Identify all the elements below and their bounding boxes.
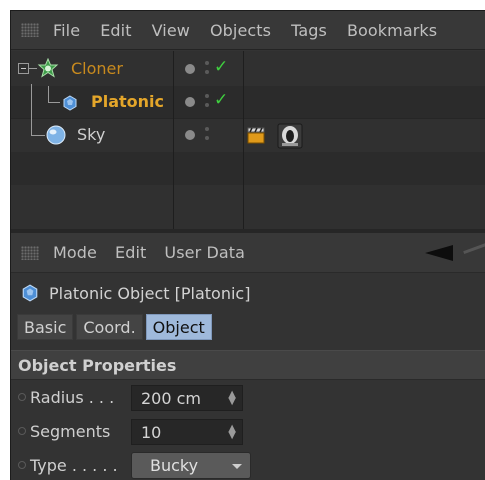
compositing-tag-icon[interactable] xyxy=(277,123,303,149)
tree-connector xyxy=(31,84,32,135)
segments-field[interactable]: 10 ▲ ▼ xyxy=(131,419,243,445)
editor-visibility-dot[interactable] xyxy=(185,64,195,74)
animation-keyframe-icon[interactable] xyxy=(18,461,26,469)
object-name-sky: Sky xyxy=(77,125,106,144)
clapper-tag-icon[interactable] xyxy=(247,126,267,144)
tree-connector xyxy=(29,68,37,69)
radius-value: 200 cm xyxy=(141,388,202,408)
animation-keyframe-icon[interactable] xyxy=(18,393,26,401)
column-divider xyxy=(173,51,174,229)
attribute-tabs: Basic Coord. Object xyxy=(17,314,215,342)
object-tree: Cloner ✓ Platonic ✓ Sky xyxy=(11,51,485,229)
attribute-manager-menubar: Mode Edit User Data xyxy=(11,233,485,273)
render-visibility-dot-top[interactable] xyxy=(205,61,209,65)
radius-label: Radius . . . xyxy=(30,388,115,407)
editor-visibility-dot[interactable] xyxy=(185,130,195,140)
radius-field[interactable]: 200 cm ▲ ▼ xyxy=(131,385,243,411)
object-manager-menubar: File Edit View Objects Tags Bookmarks xyxy=(11,11,485,50)
type-label: Type . . . . . xyxy=(30,456,118,475)
object-row-platonic[interactable]: Platonic ✓ xyxy=(11,86,485,119)
segments-label: Segments xyxy=(30,422,111,441)
object-name-platonic: Platonic xyxy=(91,92,165,111)
render-visibility-dot-top[interactable] xyxy=(205,127,209,131)
tab-coord[interactable]: Coord. xyxy=(76,314,143,340)
cinema4d-panel: File Edit View Objects Tags Bookmarks Cl… xyxy=(10,10,485,480)
menu-bookmarks[interactable]: Bookmarks xyxy=(347,21,437,40)
editor-visibility-dot[interactable] xyxy=(185,97,195,107)
object-name-cloner: Cloner xyxy=(71,59,123,78)
object-row-cloner[interactable]: Cloner ✓ xyxy=(11,53,485,86)
tree-connector xyxy=(48,102,60,103)
menu-mode[interactable]: Mode xyxy=(53,243,97,262)
menu-user-data[interactable]: User Data xyxy=(164,243,245,262)
render-visibility-dot-bottom[interactable] xyxy=(205,136,209,140)
stepper-arrows-icon[interactable]: ▲ ▼ xyxy=(228,424,236,441)
chevron-down-icon xyxy=(232,464,242,469)
panel-grip-icon[interactable] xyxy=(21,245,39,260)
property-radius: Radius . . . 200 cm ▲ ▼ xyxy=(11,383,485,413)
tab-object[interactable]: Object xyxy=(145,314,212,340)
empty-row xyxy=(11,152,485,185)
menu-edit[interactable]: Edit xyxy=(100,21,131,40)
animation-keyframe-icon[interactable] xyxy=(18,427,26,435)
check-icon[interactable]: ✓ xyxy=(214,57,228,77)
platonic-icon xyxy=(22,284,38,302)
property-type: Type . . . . . Bucky xyxy=(11,451,485,480)
menu-edit[interactable]: Edit xyxy=(115,243,146,262)
object-row-sky[interactable]: Sky xyxy=(11,84,485,152)
render-visibility-dot-bottom[interactable] xyxy=(205,103,209,107)
panel-grip-icon[interactable] xyxy=(21,23,39,37)
attribute-object-title: Platonic Object [Platonic] xyxy=(11,273,485,313)
back-arrow-icon[interactable] xyxy=(425,245,453,261)
platonic-icon xyxy=(63,95,77,111)
menu-view[interactable]: View xyxy=(152,21,190,40)
section-title: Object Properties xyxy=(18,355,177,375)
collapse-toggle-icon[interactable] xyxy=(18,63,29,74)
type-dropdown[interactable]: Bucky xyxy=(131,452,251,479)
tree-connector xyxy=(48,86,49,102)
tree-connector xyxy=(31,135,45,136)
tab-basic[interactable]: Basic xyxy=(17,314,74,340)
column-divider xyxy=(243,51,244,229)
render-visibility-dot-bottom[interactable] xyxy=(205,70,209,74)
segments-value: 10 xyxy=(141,422,162,442)
render-visibility-dot-top[interactable] xyxy=(205,94,209,98)
check-icon[interactable]: ✓ xyxy=(214,90,228,110)
property-segments: Segments 10 ▲ ▼ xyxy=(11,417,485,447)
stepper-arrows-icon[interactable]: ▲ ▼ xyxy=(228,390,236,407)
menu-file[interactable]: File xyxy=(53,21,80,40)
menu-objects[interactable]: Objects xyxy=(210,21,271,40)
cloner-icon xyxy=(37,58,59,78)
type-value: Bucky xyxy=(150,456,199,475)
object-title-text: Platonic Object [Platonic] xyxy=(49,283,251,303)
sky-icon xyxy=(46,125,66,145)
menu-tags[interactable]: Tags xyxy=(291,21,327,40)
section-header[interactable]: Object Properties xyxy=(11,350,485,380)
